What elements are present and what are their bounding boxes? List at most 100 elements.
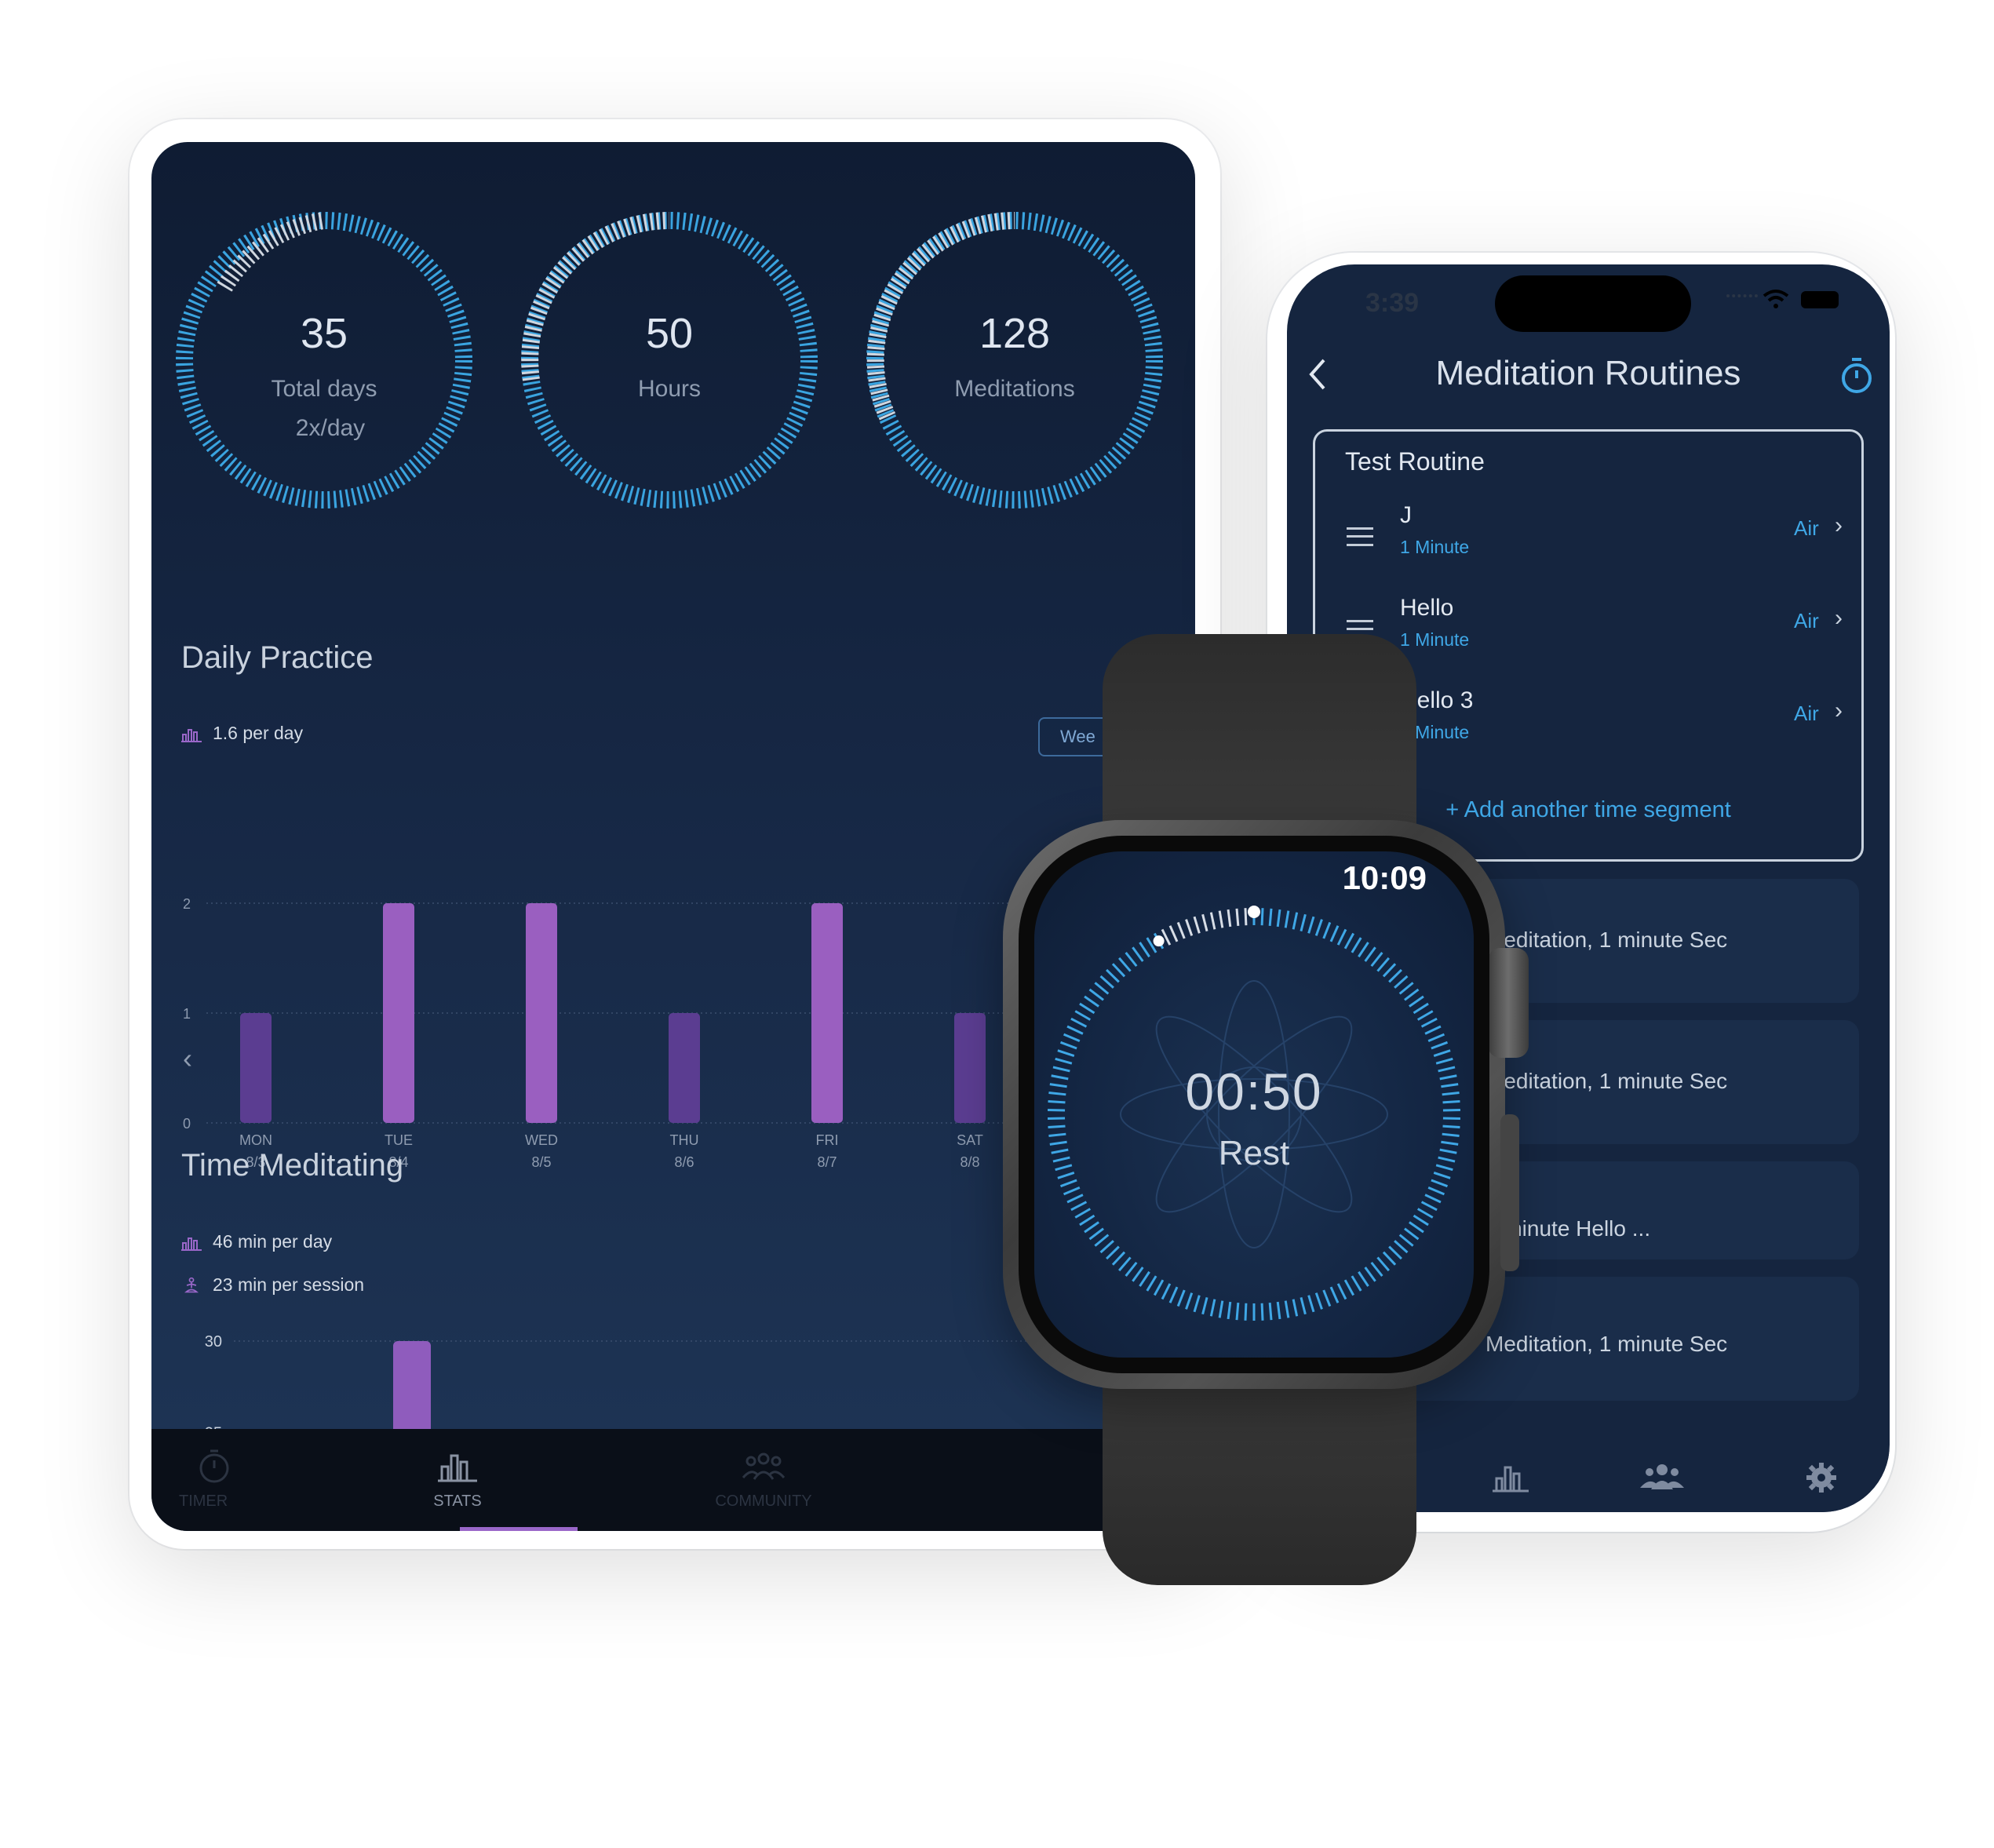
progress-tick xyxy=(1176,1289,1186,1307)
progress-tick xyxy=(1431,1041,1449,1050)
progress-tick xyxy=(1201,1297,1208,1315)
progress-tick xyxy=(1416,1208,1434,1219)
progress-tick xyxy=(1084,1221,1099,1234)
progress-tick xyxy=(1070,1017,1088,1028)
x-tick-date: 8/8 xyxy=(960,1154,979,1170)
x-tick-label: WED xyxy=(525,1132,558,1148)
phase-label: Rest xyxy=(1218,1134,1290,1172)
progress-tick xyxy=(1260,908,1264,926)
chevron-right-icon: › xyxy=(1835,698,1843,724)
progress-tick xyxy=(1218,1300,1224,1318)
progress-tick xyxy=(1442,1124,1460,1129)
progress-tick xyxy=(1057,1049,1075,1057)
tab-community[interactable]: COMMUNITY xyxy=(685,1429,842,1531)
stopwatch-icon[interactable] xyxy=(1838,355,1876,395)
dynamic-island xyxy=(1495,275,1691,332)
progress-tick xyxy=(1433,1172,1451,1179)
progress-tick xyxy=(1376,957,1390,972)
progress-tick xyxy=(1084,995,1099,1008)
progress-tick xyxy=(1099,1240,1114,1254)
progress-tick xyxy=(1276,909,1281,928)
people-icon[interactable] xyxy=(1640,1463,1684,1491)
ring-hours-dial xyxy=(521,212,818,508)
ring-number: 35 xyxy=(300,310,348,357)
progress-tick xyxy=(1343,1279,1355,1296)
drag-handle-icon[interactable] xyxy=(1347,527,1373,546)
segment-row[interactable]: J 1 Minute Air › xyxy=(1315,502,1861,581)
progress-tick xyxy=(1364,946,1376,962)
progress-tick xyxy=(1057,1172,1075,1179)
progress-tick xyxy=(1343,932,1355,950)
bar-chart-icon xyxy=(181,1237,202,1251)
progress-tick xyxy=(1388,968,1402,983)
ring-label: Total days xyxy=(271,376,377,402)
progress-tick xyxy=(1409,1221,1424,1234)
ring-sublabel: 2x/day xyxy=(295,415,366,441)
battery-icon xyxy=(1801,291,1839,308)
progress-tick xyxy=(1063,1033,1081,1042)
watch-side-button[interactable] xyxy=(1500,1114,1519,1271)
progress-tick xyxy=(1132,1267,1144,1282)
progress-tick xyxy=(1059,1179,1077,1188)
progress-tick xyxy=(1382,1251,1397,1266)
watch-time: 10:09 xyxy=(1342,859,1427,896)
progress-tick xyxy=(1063,1186,1081,1196)
progress-tick xyxy=(1404,1227,1420,1241)
chevron-right-icon: › xyxy=(1835,512,1843,538)
x-tick-date: 8/7 xyxy=(817,1154,837,1170)
ring-meditations-dial xyxy=(866,212,1163,508)
tab-timer[interactable]: TIMER xyxy=(151,1429,308,1531)
progress-tick xyxy=(1307,1295,1315,1313)
progress-tick xyxy=(1292,912,1299,930)
progress-tick xyxy=(1336,928,1347,946)
progress-tick xyxy=(1094,1234,1110,1247)
progress-tick xyxy=(1307,916,1315,934)
segment-duration: 1 Minute xyxy=(1400,629,1470,650)
y-tick-label: 30 xyxy=(205,1333,222,1350)
chevron-left-icon[interactable]: ‹ xyxy=(183,1042,192,1074)
progress-tick xyxy=(1424,1025,1442,1035)
ring-total-days: 35 Total days 2x/day xyxy=(175,211,473,509)
y-tick-label: 0 xyxy=(183,1116,191,1132)
progress-tick xyxy=(1427,1186,1445,1196)
progress-tick xyxy=(1161,1283,1172,1300)
ring-hours: 50 Hours xyxy=(520,211,818,509)
progress-tick xyxy=(1314,919,1323,936)
progress-tick xyxy=(1193,916,1201,934)
progress-tick xyxy=(1185,1292,1194,1310)
progress-tick xyxy=(1409,995,1424,1008)
bar-chart-icon[interactable] xyxy=(1493,1461,1529,1494)
progress-tick xyxy=(1088,988,1104,1001)
bar xyxy=(383,903,414,1123)
progress-tick xyxy=(1235,908,1240,926)
progress-start-dot xyxy=(1248,906,1260,918)
routine-list-text: Meditation, 1 minute Sec xyxy=(1485,1069,1728,1093)
progress-tick xyxy=(1329,925,1340,942)
routine-name: Test Routine xyxy=(1345,447,1485,476)
progress-tick xyxy=(1398,1234,1414,1247)
progress-tick xyxy=(1094,982,1110,995)
ring-number: 50 xyxy=(645,310,694,357)
progress-tick xyxy=(1125,1261,1138,1278)
progress-tick xyxy=(1358,942,1369,958)
progress-tick xyxy=(1176,921,1186,939)
tablet-tab-bar: TIMER STATS COMMUNITY xyxy=(151,1429,1195,1531)
progress-tick xyxy=(1132,946,1144,962)
x-tick-label: TUE xyxy=(385,1132,413,1148)
tab-stats[interactable]: STATS xyxy=(379,1429,536,1531)
x-tick-label: THU xyxy=(670,1132,699,1148)
progress-tick xyxy=(1235,1303,1240,1321)
progress-tick xyxy=(1227,909,1232,928)
segment-duration: 1 Minute xyxy=(1400,537,1470,557)
gear-icon[interactable] xyxy=(1805,1461,1838,1494)
digital-crown[interactable] xyxy=(1488,948,1529,1058)
signal-icon xyxy=(1726,294,1758,302)
progress-tick xyxy=(1292,1299,1299,1317)
progress-tick xyxy=(1111,963,1126,978)
watch-screen: 10:09 00:50 Rest xyxy=(1034,851,1474,1358)
x-tick-date: 8/6 xyxy=(674,1154,694,1170)
progress-tick xyxy=(1420,1017,1438,1028)
progress-tick xyxy=(1433,1049,1451,1057)
progress-tick xyxy=(1329,1286,1340,1303)
progress-tick xyxy=(1125,951,1138,968)
